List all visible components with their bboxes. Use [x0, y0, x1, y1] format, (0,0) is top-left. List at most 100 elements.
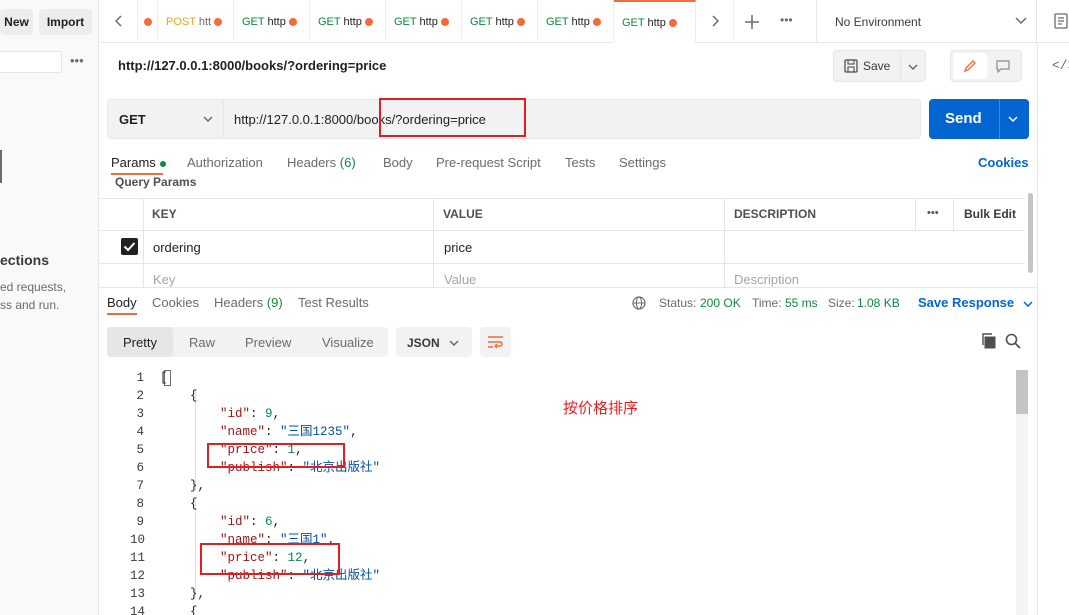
- cookies-link[interactable]: Cookies: [978, 155, 1029, 170]
- environment-selector[interactable]: No Environment: [816, 0, 1036, 43]
- send-button[interactable]: Send: [929, 99, 1029, 139]
- code-line-1: 1[: [136, 371, 168, 385]
- tab-method: GET: [394, 16, 417, 28]
- response-scroll-thumb[interactable]: [1016, 370, 1028, 414]
- view-visualize-button[interactable]: Visualize: [322, 335, 374, 350]
- sidebar-empty-desc-2: ss and run.: [0, 298, 60, 312]
- annotation-text: 按价格排序: [563, 399, 639, 417]
- save-button[interactable]: Save: [833, 50, 901, 82]
- import-button[interactable]: Import: [39, 9, 92, 35]
- tab-prerequest-script[interactable]: Pre-request Script: [436, 155, 541, 170]
- res-tab-headers[interactable]: Headers (9): [214, 295, 283, 310]
- method-select[interactable]: GET: [107, 99, 223, 139]
- response-scroll-track[interactable]: [1016, 370, 1028, 615]
- param-enabled-checkbox[interactable]: [121, 238, 138, 255]
- annotation-price-highlight-1: [207, 443, 345, 468]
- tab-request-6[interactable]: GET http: [538, 0, 614, 43]
- res-tab-cookies[interactable]: Cookies: [152, 295, 199, 310]
- tab-headers[interactable]: Headers (6): [287, 155, 356, 170]
- globe-icon[interactable]: [632, 296, 646, 310]
- res-tab-body[interactable]: Body: [107, 295, 137, 310]
- param-value[interactable]: price: [444, 240, 472, 255]
- sidebar-more-icon[interactable]: •••: [70, 53, 84, 68]
- save-options-button[interactable]: [901, 50, 926, 82]
- table-col-sep: [915, 198, 916, 231]
- chevron-down-icon: [1015, 17, 1027, 25]
- tab-bar: POST htt GET http GET http GET http GET …: [100, 0, 1069, 43]
- tab-request-4[interactable]: GET http: [386, 0, 462, 43]
- url-input[interactable]: http://127.0.0.1:8000/books/?ordering=pr…: [223, 99, 921, 139]
- table-more-icon[interactable]: •••: [927, 207, 939, 219]
- param-key[interactable]: ordering: [153, 240, 201, 255]
- view-pretty-label: Pretty: [123, 335, 157, 350]
- res-tab-test-results[interactable]: Test Results: [298, 295, 369, 310]
- tab-request-active[interactable]: GET http: [614, 0, 696, 43]
- environment-eye-icon: [1054, 13, 1068, 29]
- send-label: Send: [945, 110, 982, 127]
- bulk-edit-button[interactable]: Bulk Edit: [964, 207, 1016, 221]
- param-key-placeholder[interactable]: Key: [153, 272, 175, 287]
- params-scrollbar[interactable]: [1028, 193, 1033, 273]
- sidebar-empty-title: ections: [0, 252, 50, 268]
- tab-request-1[interactable]: POST htt: [158, 0, 234, 43]
- plus-icon: [745, 15, 759, 29]
- sidebar-search-input[interactable]: [0, 51, 62, 73]
- chevron-down-icon[interactable]: [1008, 116, 1018, 122]
- code-snippet-icon[interactable]: </>: [1052, 58, 1069, 73]
- request-title[interactable]: http://127.0.0.1:8000/books/?ordering=pr…: [118, 58, 386, 73]
- status-value[interactable]: 200 OK: [700, 296, 741, 310]
- tab-label: http: [419, 16, 438, 28]
- tab-body[interactable]: Body: [383, 155, 413, 170]
- unsaved-dot-icon: [288, 18, 297, 27]
- tabs-scroll-right-button[interactable]: [696, 0, 734, 43]
- table-row-border: [99, 263, 1025, 264]
- unsaved-dot-icon: [592, 18, 601, 27]
- tab-partial[interactable]: [138, 0, 158, 43]
- status-label: Status:: [659, 296, 697, 310]
- copy-icon[interactable]: [981, 333, 997, 349]
- size-value[interactable]: 1.08 KB: [857, 296, 900, 310]
- comment-icon[interactable]: [996, 60, 1010, 73]
- tab-authorization[interactable]: Authorization: [187, 155, 263, 170]
- tab-request-2[interactable]: GET http: [234, 0, 310, 43]
- new-tab-button[interactable]: [742, 12, 762, 32]
- tab-label: http: [647, 17, 666, 29]
- tab-params[interactable]: Params: [111, 155, 166, 170]
- tabs-more-icon[interactable]: •••: [780, 13, 793, 27]
- unsaved-dot-icon: [214, 18, 223, 27]
- table-top-border: [99, 198, 1025, 199]
- unsaved-dot-icon: [668, 19, 677, 28]
- time-value[interactable]: 55 ms: [785, 296, 818, 310]
- wrap-lines-button[interactable]: [480, 327, 511, 357]
- save-label: Save: [863, 59, 891, 73]
- tabs-scroll-left-button[interactable]: [100, 0, 138, 43]
- tab-label: http: [495, 16, 514, 28]
- param-description-placeholder[interactable]: Description: [734, 272, 799, 287]
- tab-method: GET: [242, 16, 265, 28]
- view-pretty-button[interactable]: Pretty: [107, 327, 173, 357]
- table-col-sep: [953, 198, 954, 231]
- tab-request-5[interactable]: GET http: [462, 0, 538, 43]
- edit-mode-button[interactable]: [953, 53, 987, 79]
- unsaved-dot-icon: [364, 18, 373, 27]
- format-value: JSON: [407, 336, 440, 350]
- format-select[interactable]: JSON: [396, 327, 472, 357]
- view-preview-button[interactable]: Preview: [245, 335, 291, 350]
- code-line-2: 2 {: [136, 389, 198, 403]
- save-response-button[interactable]: Save Response: [918, 295, 1033, 310]
- param-value-placeholder[interactable]: Value: [444, 272, 476, 287]
- tab-settings[interactable]: Settings: [619, 155, 666, 170]
- view-raw-button[interactable]: Raw: [189, 335, 215, 350]
- method-value: GET: [119, 112, 146, 127]
- code-line-7: 7 },: [136, 479, 206, 493]
- environment-quicklook-button[interactable]: [1036, 0, 1069, 43]
- col-header-value: VALUE: [443, 207, 483, 221]
- time-label: Time:: [752, 296, 782, 310]
- new-button[interactable]: New: [0, 9, 33, 35]
- tab-tests[interactable]: Tests: [565, 155, 595, 170]
- unsaved-dot-icon: [440, 18, 449, 27]
- save-disk-icon: [844, 59, 858, 73]
- search-icon[interactable]: [1005, 333, 1021, 349]
- tab-request-3[interactable]: GET http: [310, 0, 386, 43]
- environment-label: No Environment: [835, 15, 922, 29]
